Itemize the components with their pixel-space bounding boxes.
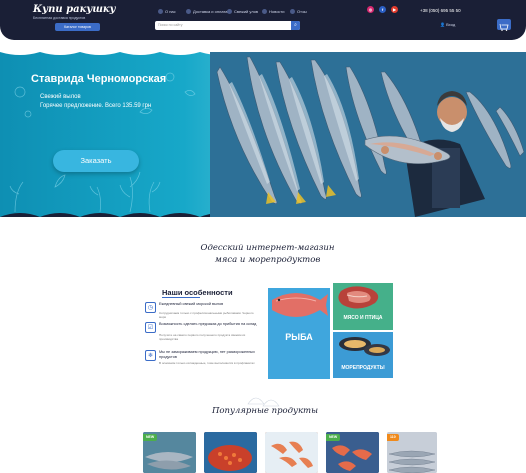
info-icon	[158, 9, 163, 14]
intro-heading-line2: мяса и морепродуктов	[214, 255, 321, 265]
youtube-icon[interactable]: ▶	[391, 6, 398, 13]
category-meat[interactable]: МЯСО И ПТИЦА	[333, 283, 393, 330]
reviews-icon	[290, 9, 295, 14]
category-seafood[interactable]: МОРЕПРОДУКТЫ	[333, 332, 393, 378]
feature-text: В основном только охлажденные, тоже выпо…	[159, 361, 255, 365]
phone-number[interactable]: +38 (050) 695 55 50	[420, 8, 461, 13]
feature-heading: Ежедневный свежий морской вылов	[159, 302, 224, 306]
logo[interactable]: Купи ракушку Бесплатная доставка продукт…	[33, 4, 116, 20]
hero-banner: Ставрида Черноморская Свежий вылов Горяч…	[0, 52, 526, 217]
search-icon[interactable]: ⌕	[291, 21, 300, 30]
menu-item-label: Новости	[269, 9, 285, 14]
new-badge: NEW	[326, 434, 341, 441]
menu-item-label: Свежий улов	[234, 9, 259, 14]
feature-heading: Мы не замораживаем продукцию, нет размор…	[159, 350, 255, 359]
cart-icon	[499, 23, 509, 31]
fish-icon	[227, 9, 232, 14]
user-icon: 👤	[440, 22, 445, 27]
product-card[interactable]: NEW	[143, 432, 196, 473]
menu-item-about[interactable]: О нас	[158, 9, 176, 14]
order-button[interactable]: Заказать	[53, 150, 139, 172]
checklist-icon: ☑	[145, 322, 156, 333]
intro-heading: Одесский интернет-магазин мяса и морепро…	[180, 242, 355, 266]
logo-title: Купи ракушку	[33, 4, 116, 15]
login-link[interactable]: 👤 Вход	[440, 22, 455, 27]
menu-item-news[interactable]: Новости	[262, 9, 284, 14]
snowflake-icon: ❄	[145, 350, 156, 361]
facebook-icon[interactable]: f	[379, 6, 386, 13]
feature-heading: Возможность сделать предзаказ до прибыти…	[159, 322, 257, 326]
product-image	[204, 432, 257, 473]
product-card[interactable]: NEW	[326, 432, 379, 473]
fish-calendar-icon: ◷	[145, 302, 156, 313]
logo-subtitle: Бесплатная доставка продуктов	[33, 16, 86, 20]
login-label: Вход	[446, 22, 456, 27]
feature-text: Получите на самого первого полученного п…	[159, 333, 246, 341]
mussels-image	[339, 337, 390, 356]
popular-title: Популярные продукты	[211, 406, 319, 416]
category-label: РЫБА	[285, 332, 313, 342]
menu-item-fresh-catch[interactable]: Свежий улов	[227, 9, 258, 14]
features-divider	[162, 297, 200, 298]
meat-image	[338, 286, 379, 309]
hero-offer: Горячее предложение. Всего 135.59 грн	[40, 103, 152, 109]
new-badge: NEW	[143, 434, 158, 441]
price-badge: 110	[387, 434, 399, 441]
category-label: МОРЕПРОДУКТЫ	[341, 365, 385, 371]
menu-item-label: О нас	[165, 9, 176, 14]
category-fish[interactable]: РЫБА	[268, 288, 330, 379]
product-image	[265, 432, 318, 473]
product-card[interactable]	[204, 432, 257, 473]
cart-button[interactable]	[497, 19, 511, 31]
menu-item-delivery[interactable]: Доставка и оплата	[186, 9, 228, 14]
fish-catch-image	[210, 52, 526, 217]
feature-text: Сотрудничаем только с профессиональными …	[159, 311, 254, 319]
instagram-icon[interactable]: ◎	[367, 6, 374, 13]
catalog-button[interactable]: Каталог товаров	[55, 23, 100, 31]
hero-subtitle: Свежий вылов	[40, 94, 81, 100]
intro-heading-line1: Одесский интернет-магазин	[200, 243, 335, 253]
product-card[interactable]: 110	[387, 432, 437, 473]
menu-item-reviews[interactable]: Отзы	[290, 9, 307, 14]
search-input[interactable]: Поиск по сайту ⌕	[155, 21, 300, 30]
features-title: Наши особенности	[162, 288, 233, 297]
menu-item-label: Отзы	[297, 9, 307, 14]
news-icon	[262, 9, 267, 14]
top-navbar: Купи ракушку Бесплатная доставка продукт…	[0, 0, 526, 40]
truck-icon	[186, 9, 191, 14]
category-label: МЯСО И ПТИЦА	[343, 315, 383, 321]
hero-title: Ставрида Черноморская	[31, 73, 167, 85]
fish-image	[272, 293, 328, 317]
menu-item-label: Доставка и оплата	[193, 9, 228, 14]
product-card[interactable]	[265, 432, 318, 473]
